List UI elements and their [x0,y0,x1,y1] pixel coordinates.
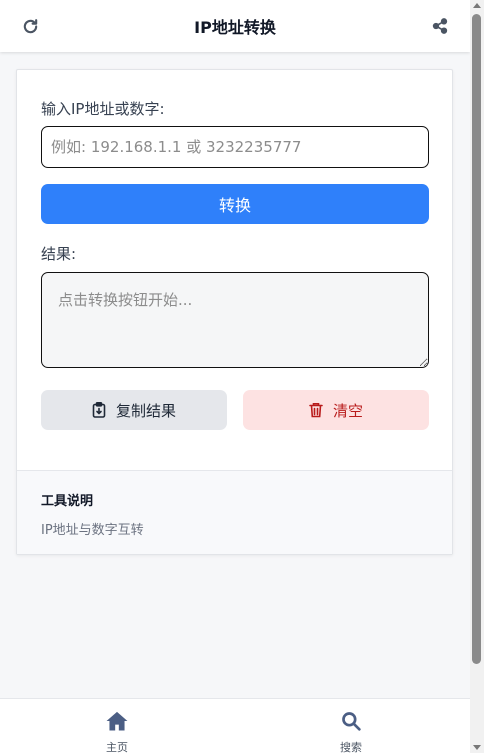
clipboard-icon [92,402,108,418]
home-icon [106,711,128,735]
app-root: IP地址转换 输入IP地址或数字: 转换 结果: [0,0,470,753]
copy-result-button[interactable]: 复制结果 [41,390,227,430]
convert-button[interactable]: 转换 [41,184,429,224]
ip-input-label: 输入IP地址或数字: [41,100,165,118]
clear-button[interactable]: 清空 [243,390,429,430]
share-icon[interactable] [430,16,450,36]
copy-result-label: 复制结果 [115,401,176,420]
tool-info-title: 工具说明 [41,494,94,509]
page-title: IP地址转换 [194,18,276,37]
nav-item-home-label: 主页 [106,741,128,753]
trash-icon [309,402,325,418]
tool-info-description: IP地址与数字互转 [41,523,144,538]
page-scrollbar[interactable] [470,0,484,753]
converter-card: 输入IP地址或数字: 转换 结果: 复制结果 [16,69,453,555]
result-label: 结果: [41,245,77,263]
search-icon [341,711,361,735]
nav-item-home[interactable]: 主页 [87,711,147,753]
clear-label: 清空 [332,401,363,420]
nav-item-search[interactable]: 搜索 [321,711,381,753]
scroll-up-arrow-icon[interactable] [473,3,481,8]
tool-info-section: 工具说明 IP地址与数字互转 [17,470,452,554]
ip-input[interactable] [41,126,429,168]
result-textarea[interactable] [41,272,429,368]
scrollbar-thumb[interactable] [472,14,481,664]
top-bar: IP地址转换 [0,0,470,52]
nav-item-search-label: 搜索 [340,741,362,753]
refresh-icon[interactable] [20,16,40,36]
scroll-down-arrow-icon[interactable] [473,745,481,750]
bottom-nav: 主页 搜索 [0,698,470,753]
